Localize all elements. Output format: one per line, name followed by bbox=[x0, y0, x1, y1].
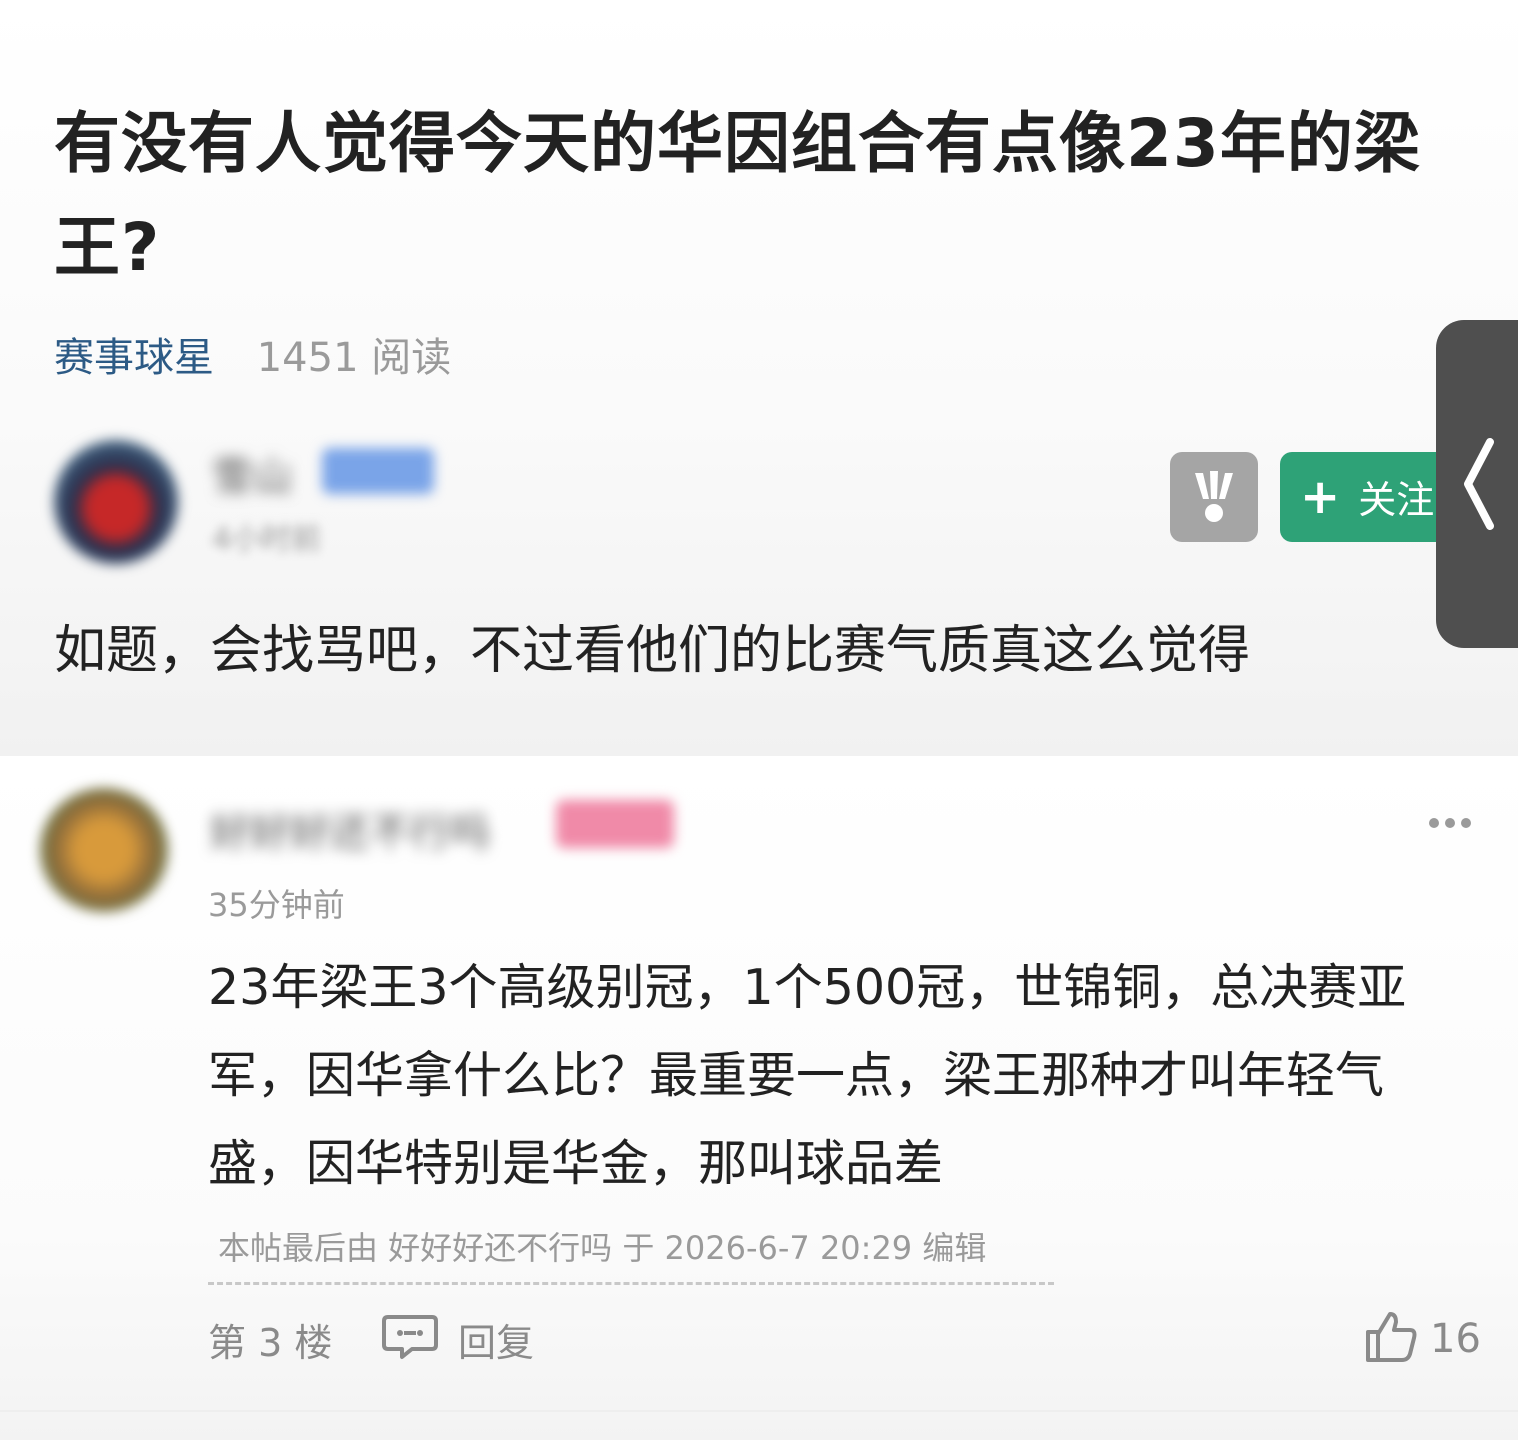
badminton-shuttle-icon bbox=[1195, 471, 1233, 522]
plus-icon: + bbox=[1300, 469, 1341, 525]
more-dots-icon[interactable] bbox=[1428, 808, 1472, 838]
comment-icon[interactable] bbox=[382, 1313, 438, 1361]
author-time: 4小时前 bbox=[212, 522, 322, 557]
author-name[interactable]: 雪山 bbox=[212, 444, 292, 502]
reply-time: 35分钟前 bbox=[208, 886, 345, 924]
author-avatar[interactable] bbox=[54, 440, 178, 564]
read-count: 1451 阅读 bbox=[256, 335, 452, 381]
divider bbox=[0, 1410, 1518, 1412]
reply-button[interactable]: 回复 bbox=[458, 1312, 534, 1367]
badminton-button[interactable] bbox=[1170, 452, 1258, 542]
post-body: 如题，会找骂吧，不过看他们的比赛气质真这么觉得 bbox=[54, 621, 1251, 681]
reply-author-avatar[interactable] bbox=[40, 788, 168, 912]
side-drawer-handle[interactable] bbox=[1436, 320, 1518, 648]
post-title: 有没有人觉得今天的华因组合有点像23年的梁王? bbox=[54, 105, 1421, 286]
reply-author-name[interactable]: 好好好还不行吗 bbox=[210, 800, 490, 858]
reply-author-badge bbox=[556, 800, 674, 848]
forum-link[interactable]: 赛事球星 bbox=[54, 335, 214, 381]
author-badge bbox=[322, 448, 434, 494]
floor-label: 第 3 楼 bbox=[208, 1321, 333, 1365]
thumbs-up-icon[interactable] bbox=[1364, 1310, 1418, 1364]
chevron-left-icon bbox=[1464, 438, 1494, 530]
like-count: 16 bbox=[1430, 1316, 1481, 1362]
follow-label: 关注 bbox=[1358, 478, 1435, 522]
reply-body: 23年梁王3个高级别冠，1个500冠，世锦铜，总决赛亚军，因华拿什么比？最重要一… bbox=[208, 959, 1407, 1192]
edit-note: 本帖最后由 好好好还不行吗 于 2026-6-7 20:29 编辑 bbox=[208, 1224, 1054, 1285]
post-meta: 赛事球星 1451 阅读 bbox=[54, 330, 451, 386]
follow-button[interactable]: + 关注 bbox=[1280, 452, 1460, 542]
